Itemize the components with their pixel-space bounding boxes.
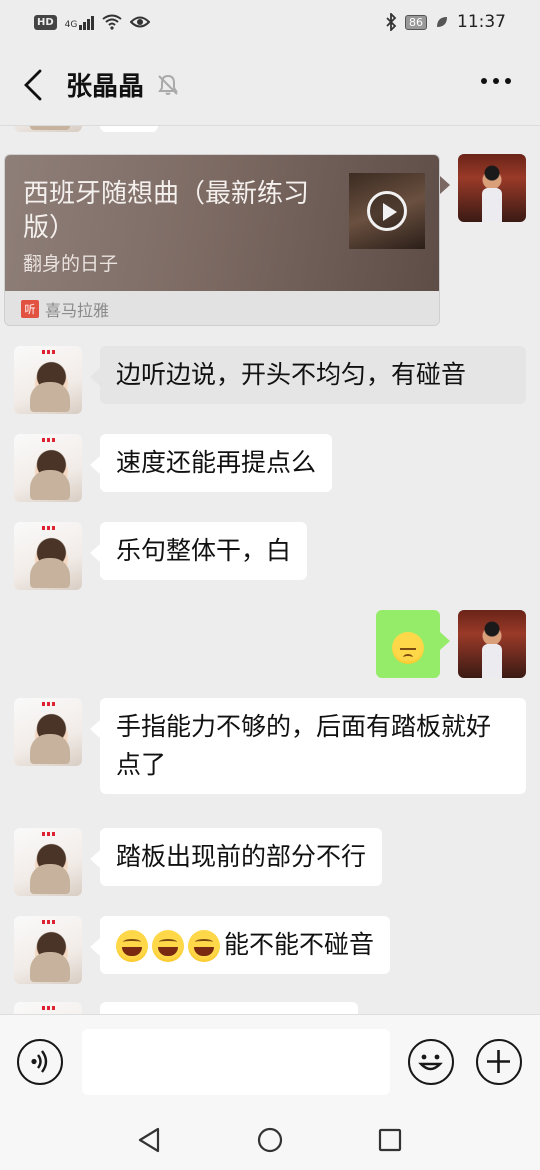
- contact-avatar[interactable]: [14, 434, 82, 502]
- message-bubble[interactable]: 能不能不碰音: [89, 916, 391, 974]
- back-button[interactable]: [0, 69, 66, 101]
- system-recents-button[interactable]: [376, 1126, 404, 1154]
- triangle-back-icon: [138, 1127, 160, 1153]
- music-title: 西班牙随想曲（最新练习版）: [23, 179, 310, 243]
- self-avatar[interactable]: [458, 154, 526, 222]
- input-bar: [0, 1014, 540, 1110]
- bluetooth-icon: [386, 13, 397, 31]
- smiley-icon: [418, 1054, 443, 1071]
- message-bubble[interactable]: 手指能力不够的，后面有踏板就好点了: [90, 698, 526, 794]
- grinning-squinting-face-icon: [152, 930, 184, 962]
- contact-avatar[interactable]: [14, 916, 82, 984]
- chat-title: 张晶晶: [66, 72, 145, 102]
- music-card-body: 西班牙随想曲（最新练习版） 翻身的日子: [5, 155, 439, 291]
- more-options-button[interactable]: [480, 70, 512, 89]
- status-bar: HD 4G 86 11:37: [0, 0, 540, 44]
- message-bubble-partial: [100, 1002, 358, 1014]
- mute-icon: [156, 73, 180, 97]
- chevron-left-icon: [24, 69, 42, 100]
- hd-badge: HD: [34, 14, 57, 30]
- play-button[interactable]: [367, 191, 407, 231]
- message-text: 能不能不碰音: [224, 930, 375, 959]
- message-text: 速度还能再提点么: [116, 448, 317, 477]
- contact-avatar[interactable]: [14, 698, 82, 766]
- music-thumbnail: [349, 173, 425, 249]
- ximalaya-icon: 听: [21, 300, 39, 318]
- voice-icon: [31, 1050, 48, 1073]
- square-recents-icon: [378, 1128, 402, 1152]
- clock: 11:37: [457, 12, 506, 32]
- contact-avatar[interactable]: [14, 346, 82, 414]
- status-right: 86 11:37: [385, 12, 506, 32]
- music-source-bar: 听 喜马拉雅: [5, 291, 439, 325]
- battery-indicator: 86: [405, 14, 427, 30]
- emoji-button[interactable]: [408, 1039, 454, 1085]
- message-bubble[interactable]: [376, 610, 450, 678]
- pensive-face-icon: [392, 632, 424, 664]
- circle-home-icon: [257, 1127, 283, 1153]
- contact-avatar[interactable]: [14, 1002, 82, 1014]
- message-list[interactable]: 西班牙随想曲（最新练习版） 翻身的日子 听 喜马拉雅 边听边说，开头不均匀，有碰…: [0, 126, 540, 1014]
- status-left: HD 4G: [34, 14, 151, 30]
- leaf-icon: [437, 17, 447, 27]
- network-type: 4G: [64, 20, 78, 30]
- grinning-squinting-face-icon: [116, 930, 148, 962]
- message-bubble[interactable]: 边听边说，开头不均匀，有碰音: [90, 346, 526, 404]
- contact-avatar[interactable]: [14, 522, 82, 590]
- message-text: 边听边说，开头不均匀，有碰音: [116, 360, 467, 389]
- more-functions-button[interactable]: [476, 1039, 522, 1085]
- eye-icon: [130, 16, 151, 28]
- message-input[interactable]: [82, 1029, 390, 1095]
- more-dots-icon: [481, 78, 511, 84]
- plus-icon: [487, 1050, 510, 1073]
- system-navigation-bar: [0, 1110, 540, 1170]
- system-back-button[interactable]: [136, 1126, 164, 1154]
- message-text: 手指能力不够的，后面有踏板就好点了: [116, 712, 492, 779]
- message-bubble-partial: [100, 126, 158, 132]
- message-bubble[interactable]: 乐句整体干，白: [89, 522, 308, 580]
- message-text: 乐句整体干，白: [116, 536, 292, 565]
- grinning-squinting-face-icon: [188, 930, 220, 962]
- message-text: 踏板出现前的部分不行: [116, 842, 367, 871]
- contact-avatar[interactable]: [14, 828, 82, 896]
- signal-icon: 4G: [65, 14, 95, 30]
- chat-header: 张晶晶: [0, 44, 540, 126]
- self-avatar[interactable]: [458, 610, 526, 678]
- voice-input-button[interactable]: [17, 1039, 63, 1085]
- contact-avatar[interactable]: [14, 126, 82, 132]
- wifi-icon: [102, 14, 122, 30]
- system-home-button[interactable]: [256, 1126, 284, 1154]
- music-share-card[interactable]: 西班牙随想曲（最新练习版） 翻身的日子 听 喜马拉雅: [4, 154, 440, 326]
- music-source: 喜马拉雅: [45, 301, 110, 320]
- message-bubble[interactable]: 速度还能再提点么: [89, 434, 333, 492]
- music-artist: 翻身的日子: [23, 253, 119, 275]
- message-bubble[interactable]: 踏板出现前的部分不行: [89, 828, 383, 886]
- bubble-tail: [440, 176, 450, 194]
